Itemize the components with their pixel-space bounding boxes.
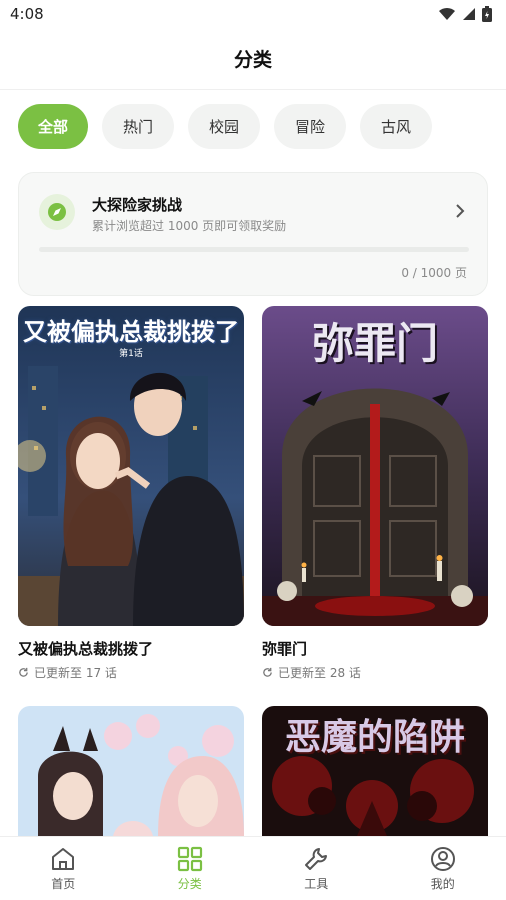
wifi-icon <box>439 7 455 20</box>
status-icons <box>438 6 492 22</box>
cover-title: 弥罪门 <box>311 319 438 368</box>
profile-icon <box>430 847 455 871</box>
grid-icon <box>177 846 202 872</box>
status-time: 4:08 <box>10 5 44 23</box>
chip-adventure[interactable]: 冒险 <box>274 104 347 149</box>
challenge-card[interactable]: 大探险家挑战 累计浏览超过 1000 页即可领取奖励 0 / 1000 页 <box>18 172 488 296</box>
challenge-progress-bar <box>39 247 469 252</box>
bottom-nav: 首页 分类 工具 我的 <box>0 836 506 900</box>
chip-hot[interactable]: 热门 <box>102 104 175 149</box>
comic-card-1[interactable]: 又被偏执总裁挑拨了 第1话 又被偏执总裁挑拨了 已更新至 17 话 <box>18 306 244 681</box>
signal-icon <box>463 8 475 20</box>
home-icon <box>52 848 75 870</box>
page-title: 分类 <box>233 49 272 71</box>
nav-label: 工具 <box>304 877 329 891</box>
comic-title: 又被偏执总裁挑拨了 <box>18 640 154 658</box>
comic-update: 已更新至 17 话 <box>18 664 244 681</box>
nav-item-category[interactable]: 分类 <box>127 837 254 900</box>
nav-label: 首页 <box>51 877 76 891</box>
category-chips: 全部 热门 校园 冒险 古风 <box>18 104 433 149</box>
nav-label: 分类 <box>177 877 202 891</box>
header: 分类 <box>0 28 506 90</box>
cover-title: 又被偏执总裁挑拨了 <box>23 317 239 346</box>
compass-icon <box>39 194 75 230</box>
chevron-right-icon <box>456 204 465 218</box>
comic-title: 弥罪门 <box>262 640 308 658</box>
battery-icon <box>482 6 492 22</box>
challenge-description: 累计浏览超过 1000 页即可领取奖励 <box>92 219 287 233</box>
nav-item-tools[interactable]: 工具 <box>253 837 380 900</box>
comic-update-text: 已更新至 28 话 <box>278 666 361 680</box>
status-bar: 4:08 <box>0 0 506 28</box>
comic-cover[interactable]: 恶魔的陷阱 <box>262 706 488 836</box>
comic-card-3[interactable] <box>18 706 244 836</box>
comic-cover[interactable] <box>18 706 244 836</box>
chip-ancient[interactable]: 古风 <box>360 104 433 149</box>
challenge-progress-text: 0 / 1000 页 <box>401 266 467 280</box>
comic-card-2[interactable]: 弥罪门 弥罪门 已更新至 28 话 <box>262 306 488 681</box>
chip-all[interactable]: 全部 <box>18 104 88 149</box>
challenge-title: 大探险家挑战 <box>92 196 183 214</box>
comic-update: 已更新至 28 话 <box>262 664 488 681</box>
comic-card-4[interactable]: 恶魔的陷阱 <box>262 706 488 836</box>
cover-subtitle: 第1话 <box>119 349 143 359</box>
nav-item-profile[interactable]: 我的 <box>380 837 506 900</box>
comic-update-text: 已更新至 17 话 <box>34 666 117 680</box>
refresh-icon <box>19 667 28 677</box>
wrench-icon <box>305 848 328 870</box>
chip-campus[interactable]: 校园 <box>188 104 261 149</box>
nav-item-home[interactable]: 首页 <box>0 837 127 900</box>
refresh-icon <box>263 667 272 677</box>
comic-cover[interactable]: 又被偏执总裁挑拨了 第1话 <box>18 306 244 626</box>
nav-label: 我的 <box>430 877 455 891</box>
cover-title: 恶魔的陷阱 <box>284 716 465 758</box>
comic-cover[interactable]: 弥罪门 <box>262 306 488 626</box>
